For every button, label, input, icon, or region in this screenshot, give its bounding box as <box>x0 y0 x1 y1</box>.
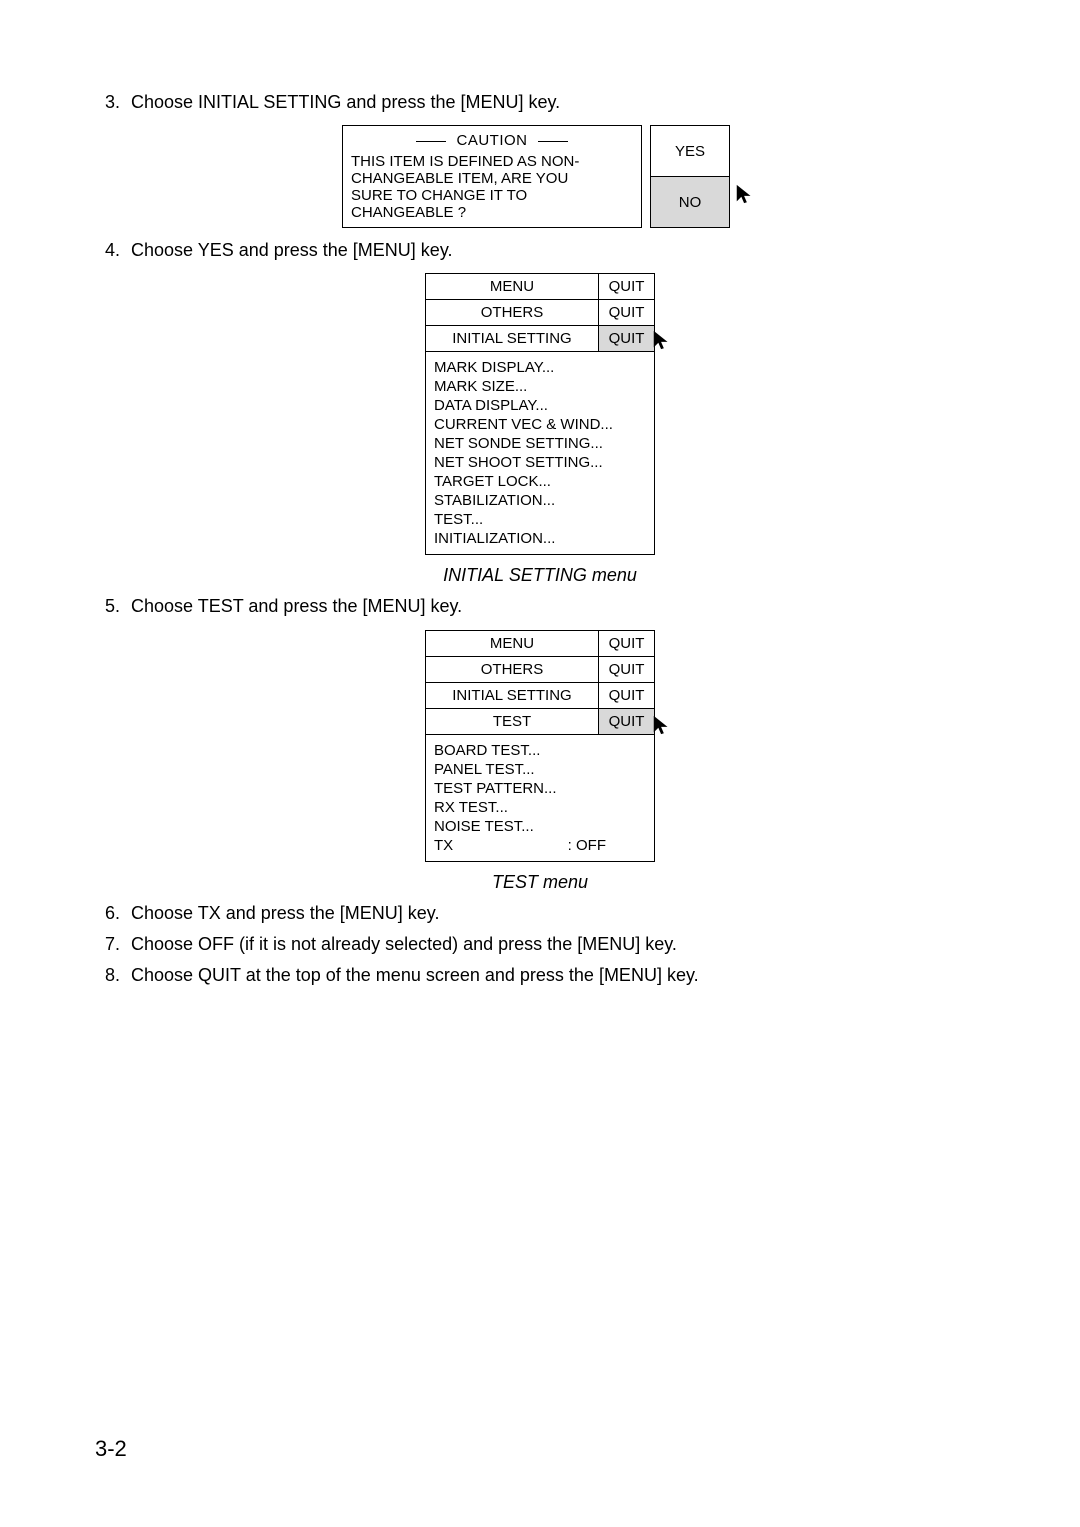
menu-item[interactable]: PANEL TEST... <box>434 760 646 779</box>
menu-row-label: INITIAL SETTING <box>426 683 599 708</box>
tx-label: TX <box>434 837 453 854</box>
caution-title: CAUTION <box>457 132 528 149</box>
menu-row-label: MENU <box>426 631 599 656</box>
caution-body-line: THIS ITEM IS DEFINED AS NON- <box>351 153 633 170</box>
quit-button[interactable]: QUIT <box>599 657 654 682</box>
tx-value: : OFF <box>568 837 606 854</box>
menu-item[interactable]: TARGET LOCK... <box>434 472 646 491</box>
cursor-icon <box>651 714 673 736</box>
menu-row-label: MENU <box>426 274 599 299</box>
yes-button[interactable]: YES <box>651 126 729 177</box>
step-6: Choose TX and press the [MENU] key. <box>125 901 985 926</box>
initial-setting-menu: MENU QUIT OTHERS QUIT INITIAL SETTING QU… <box>425 273 655 555</box>
yes-no-box: YES NO <box>650 125 730 228</box>
step-3: Choose INITIAL SETTING and press the [ME… <box>125 90 985 115</box>
cursor-icon <box>734 183 756 205</box>
menu-row-label: INITIAL SETTING <box>426 326 599 351</box>
figure-caption: INITIAL SETTING menu <box>95 565 985 586</box>
menu-item[interactable]: NET SONDE SETTING... <box>434 434 646 453</box>
menu-item[interactable]: NOISE TEST... <box>434 817 646 836</box>
no-button[interactable]: NO <box>651 177 729 227</box>
quit-button[interactable]: QUIT <box>599 631 654 656</box>
menu-item[interactable]: DATA DISPLAY... <box>434 396 646 415</box>
test-menu: MENU QUIT OTHERS QUIT INITIAL SETTING QU… <box>425 630 655 862</box>
step-4: Choose YES and press the [MENU] key. <box>125 238 985 263</box>
menu-item[interactable]: CURRENT VEC & WIND... <box>434 415 646 434</box>
menu-item[interactable]: INITIALIZATION... <box>434 529 646 548</box>
menu-item[interactable]: NET SHOOT SETTING... <box>434 453 646 472</box>
quit-button[interactable]: QUIT <box>599 709 654 734</box>
page-number: 3-2 <box>95 1436 127 1462</box>
menu-item[interactable]: MARK DISPLAY... <box>434 358 646 377</box>
menu-item-list: MARK DISPLAY... MARK SIZE... DATA DISPLA… <box>426 352 654 554</box>
menu-item[interactable]: RX TEST... <box>434 798 646 817</box>
menu-item[interactable]: TEST... <box>434 510 646 529</box>
cursor-icon <box>651 329 673 351</box>
quit-button[interactable]: QUIT <box>599 300 654 325</box>
caution-body-line: SURE TO CHANGE IT TO CHANGEABLE ? <box>351 187 633 221</box>
step-8: Choose QUIT at the top of the menu scree… <box>125 963 985 988</box>
menu-item[interactable]: STABILIZATION... <box>434 491 646 510</box>
menu-item-tx[interactable]: TX : OFF <box>434 836 646 855</box>
caution-body-line: CHANGEABLE ITEM, ARE YOU <box>351 170 633 187</box>
quit-button[interactable]: QUIT <box>599 683 654 708</box>
menu-item[interactable]: MARK SIZE... <box>434 377 646 396</box>
menu-row-label: OTHERS <box>426 300 599 325</box>
menu-row-label: OTHERS <box>426 657 599 682</box>
step-7: Choose OFF (if it is not already selecte… <box>125 932 985 957</box>
menu-item[interactable]: TEST PATTERN... <box>434 779 646 798</box>
caution-dialog: CAUTION THIS ITEM IS DEFINED AS NON- CHA… <box>342 125 738 228</box>
caution-box: CAUTION THIS ITEM IS DEFINED AS NON- CHA… <box>342 125 642 228</box>
menu-row-label: TEST <box>426 709 599 734</box>
menu-item-list: BOARD TEST... PANEL TEST... TEST PATTERN… <box>426 735 654 861</box>
step-5: Choose TEST and press the [MENU] key. <box>125 594 985 619</box>
quit-button[interactable]: QUIT <box>599 274 654 299</box>
menu-item[interactable]: BOARD TEST... <box>434 741 646 760</box>
quit-button[interactable]: QUIT <box>599 326 654 351</box>
figure-caption: TEST menu <box>95 872 985 893</box>
